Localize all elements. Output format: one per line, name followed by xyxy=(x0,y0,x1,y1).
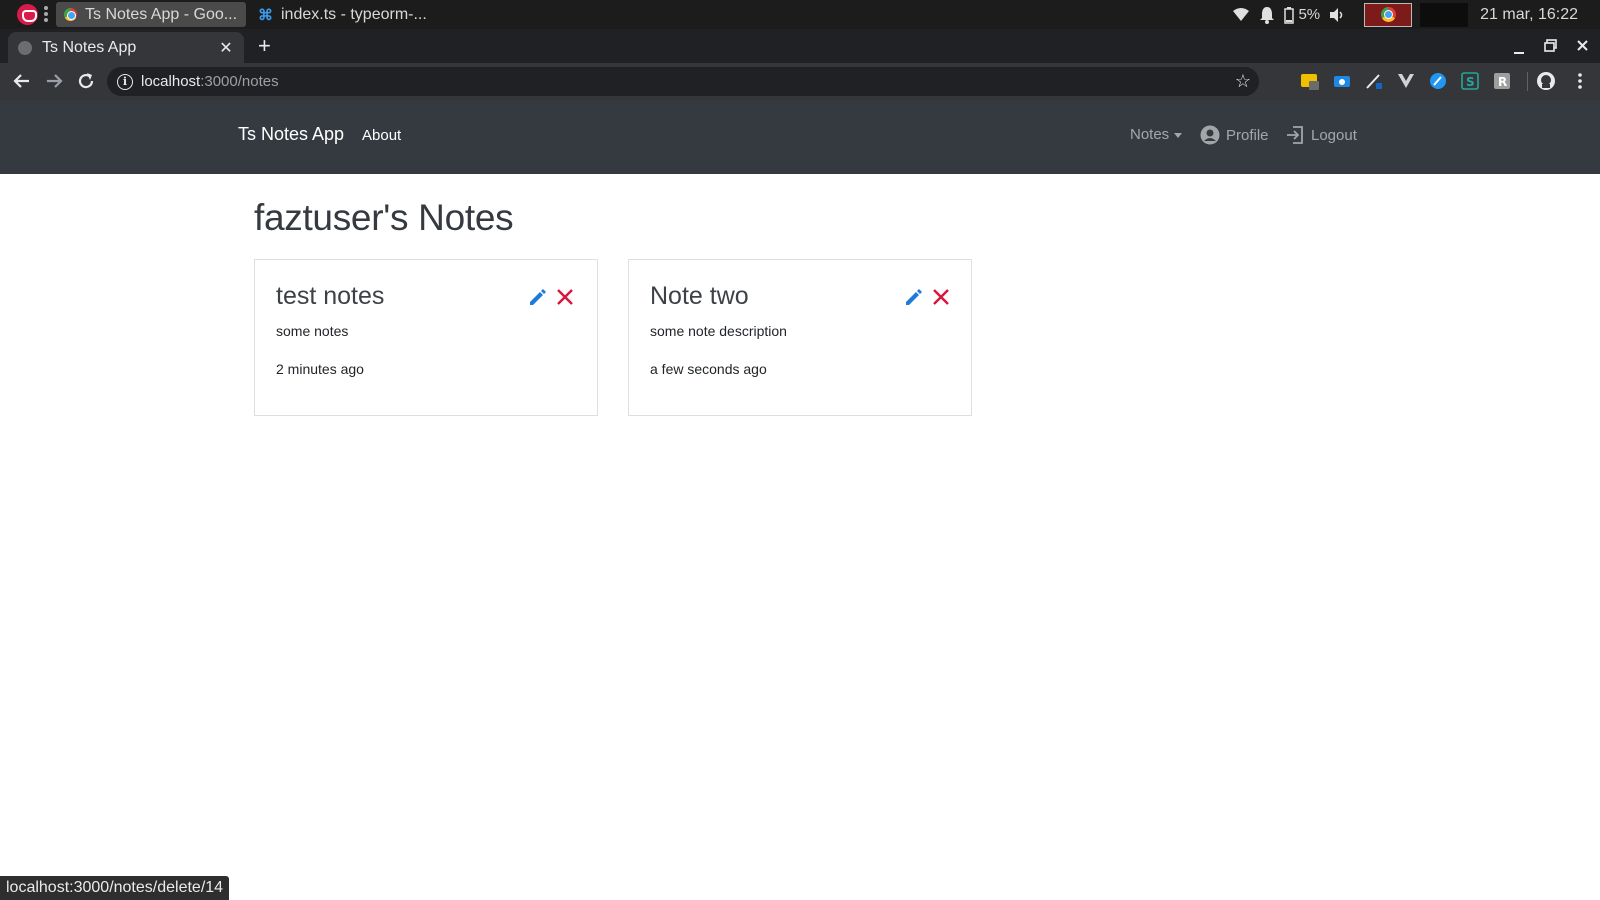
new-tab-button[interactable]: + xyxy=(258,35,271,57)
browser-toolbar: i localhost:3000/notes ☆ S R xyxy=(0,63,1600,100)
forward-arrow-icon[interactable] xyxy=(42,69,66,93)
extension-vue-icon[interactable] xyxy=(1396,71,1416,91)
extension-screenshot-icon[interactable] xyxy=(1332,71,1352,91)
nav-link-logout[interactable]: Logout xyxy=(1285,125,1357,145)
note-timestamp: a few seconds ago xyxy=(650,361,767,377)
wifi-icon[interactable] xyxy=(1232,6,1250,24)
globe-icon xyxy=(18,40,32,55)
toolbar-separator xyxy=(1527,72,1528,91)
app-menu-icon[interactable] xyxy=(17,4,38,25)
restore-icon[interactable] xyxy=(1544,39,1557,52)
browser-tab-strip: Ts Notes App ✕ + xyxy=(0,29,1600,63)
minimize-icon[interactable] xyxy=(1513,43,1525,55)
note-description: some notes xyxy=(276,323,349,339)
note-description: some note description xyxy=(650,323,787,339)
edit-note-button[interactable] xyxy=(527,286,549,308)
pencil-icon xyxy=(530,289,546,305)
tab-title: Ts Notes App xyxy=(42,38,137,56)
address-bar[interactable]: i localhost:3000/notes ☆ xyxy=(107,67,1259,96)
site-info-icon[interactable]: i xyxy=(117,73,133,90)
volume-icon[interactable] xyxy=(1328,6,1346,24)
note-card: test notes some notes 2 minutes ago xyxy=(254,259,598,416)
extension-s-icon[interactable]: S xyxy=(1460,71,1480,91)
window-preview[interactable] xyxy=(1420,2,1469,27)
taskbar-item-chrome[interactable]: Ts Notes App - Goo... xyxy=(56,2,246,27)
chevron-down-icon xyxy=(1174,133,1183,138)
delete-note-button[interactable] xyxy=(930,286,952,308)
nav-dropdown-notes[interactable]: Notes xyxy=(1130,126,1183,143)
note-card: Note two some note description a few sec… xyxy=(628,259,972,416)
extension-edit-icon[interactable] xyxy=(1428,71,1448,91)
pencil-icon xyxy=(906,289,922,305)
app-navbar: Ts Notes App About Notes Profile Logout xyxy=(0,100,1600,174)
delete-note-button[interactable] xyxy=(554,286,576,308)
edit-note-button[interactable] xyxy=(903,286,925,308)
extension-r-icon[interactable]: R xyxy=(1492,71,1512,91)
nav-link-profile[interactable]: Profile xyxy=(1200,125,1269,145)
extension-folder-icon[interactable] xyxy=(1300,71,1320,91)
logout-icon xyxy=(1287,126,1303,144)
battery-icon[interactable] xyxy=(1284,6,1295,24)
browser-tab[interactable]: Ts Notes App ✕ xyxy=(8,32,244,63)
back-arrow-icon[interactable] xyxy=(10,69,34,93)
taskbar-item-label: Ts Notes App - Goo... xyxy=(85,5,238,23)
svg-text:S: S xyxy=(1466,75,1475,89)
link-status-bubble: localhost:3000/notes/delete/14 xyxy=(0,876,230,900)
url-host: localhost xyxy=(141,73,201,90)
close-icon xyxy=(933,289,949,305)
taskbar-item-label: index.ts - typeorm-... xyxy=(281,5,427,23)
extension-pen-icon[interactable] xyxy=(1364,71,1384,91)
nav-link-about[interactable]: About xyxy=(362,127,401,144)
note-timestamp: 2 minutes ago xyxy=(276,361,364,377)
chrome-window-preview[interactable] xyxy=(1364,2,1413,27)
bookmark-star-icon[interactable]: ☆ xyxy=(1235,71,1251,92)
profile-avatar-icon[interactable] xyxy=(1536,71,1556,91)
note-title: test notes xyxy=(276,282,385,310)
reload-icon[interactable] xyxy=(74,69,98,93)
url-path: :3000/notes xyxy=(200,73,279,90)
nav-profile-label: Profile xyxy=(1226,126,1269,144)
close-icon xyxy=(557,289,573,305)
close-tab-icon[interactable]: ✕ xyxy=(218,38,234,58)
navbar-brand[interactable]: Ts Notes App xyxy=(238,124,344,145)
user-circle-icon xyxy=(1200,125,1220,145)
chrome-icon xyxy=(1380,7,1396,22)
page-title: faztuser's Notes xyxy=(254,197,514,238)
note-title: Note two xyxy=(650,282,749,310)
browser-menu-icon[interactable] xyxy=(1570,71,1590,91)
battery-level: 5% xyxy=(1298,6,1321,23)
taskbar-item-vscode[interactable]: ⌘ index.ts - typeorm-... xyxy=(250,2,440,27)
close-window-icon[interactable] xyxy=(1576,39,1589,52)
clock[interactable]: 21 mar, 16:22 xyxy=(1480,6,1578,24)
svg-text:R: R xyxy=(1498,75,1507,89)
notification-bell-icon[interactable] xyxy=(1258,6,1276,24)
vscode-icon: ⌘ xyxy=(258,6,273,24)
panel-handle-icon[interactable] xyxy=(44,6,48,22)
nav-logout-label: Logout xyxy=(1311,126,1357,144)
os-top-panel: Ts Notes App - Goo... ⌘ index.ts - typeo… xyxy=(0,0,1600,29)
chrome-icon xyxy=(64,8,77,21)
nav-notes-label: Notes xyxy=(1130,126,1170,143)
